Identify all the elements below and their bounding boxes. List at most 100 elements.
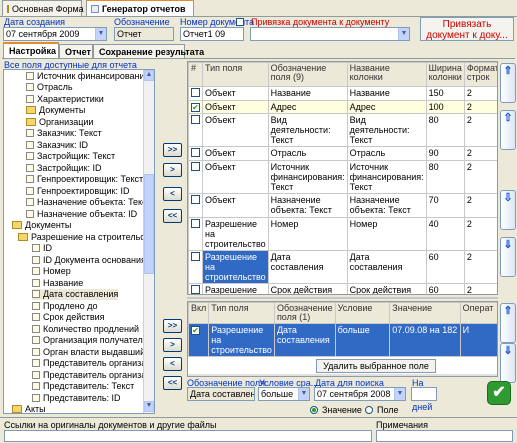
tree-item[interactable]: Заказчик: Текст <box>26 128 102 140</box>
field-value[interactable]: Дата составления <box>187 387 255 401</box>
cell-width[interactable]: 80 <box>425 160 465 194</box>
delete-field-button[interactable]: Удалить выбранное поле <box>316 359 436 373</box>
column-header[interactable]: Тип поля <box>202 62 269 87</box>
row-checkbox[interactable] <box>191 148 200 157</box>
cell-cond[interactable]: больше <box>334 323 391 357</box>
remove-cond-button[interactable]: < <box>163 357 182 371</box>
cell-column[interactable]: Источник финансирования: Текст <box>346 160 427 194</box>
remove-button[interactable]: < <box>163 187 182 201</box>
cell-format[interactable]: 2 <box>463 193 497 218</box>
table-row[interactable]: Разрешение на строительствоСрок действия… <box>188 283 497 294</box>
designation-field[interactable]: Отчет <box>114 27 174 41</box>
move-top-button[interactable]: ⇑ <box>500 63 516 103</box>
number-checkbox[interactable] <box>236 18 244 26</box>
column-header[interactable]: Значение <box>389 302 461 324</box>
table-row[interactable]: Объект Назначение объекта: Текст Назначени… <box>188 193 497 218</box>
tree-item[interactable]: Номер <box>32 266 71 278</box>
cell-op[interactable]: И <box>459 323 497 357</box>
cell-width[interactable]: 100 <box>425 100 465 114</box>
cell-column[interactable]: Дата составления <box>346 250 427 284</box>
tree-item[interactable]: Представитель: Текст <box>32 381 134 393</box>
cell-type[interactable]: Разрешение на строительство <box>202 250 269 284</box>
table-row[interactable]: Разрешение на строительство Номер Номер 40 2 <box>188 217 497 251</box>
notes-field[interactable] <box>376 430 513 442</box>
tree-item[interactable]: ID Документа основания <box>32 254 146 266</box>
chevron-down-icon[interactable]: ▼ <box>95 28 106 40</box>
tree-item[interactable]: Организации <box>26 116 93 128</box>
row-checkbox[interactable] <box>191 88 200 97</box>
add-cond-button[interactable]: > <box>163 338 182 352</box>
add-button[interactable]: > <box>163 163 182 177</box>
radio-value[interactable] <box>310 406 318 414</box>
tree-item[interactable]: Назначение объекта: Текст <box>26 197 151 209</box>
cell-field[interactable]: Адрес <box>267 100 348 114</box>
tree-scrollbar[interactable]: ▲ ▼ <box>143 70 154 413</box>
column-header[interactable]: Обозначение поля (1) <box>273 302 336 324</box>
cell-format[interactable]: 2 <box>463 250 497 284</box>
tab-main-form[interactable]: Основная Форма <box>2 0 84 16</box>
table-row[interactable]: Объект Отрасль Отрасль 90 2 <box>188 146 497 161</box>
radio-field[interactable] <box>365 406 373 414</box>
cell-width[interactable]: 60 <box>425 283 465 294</box>
chevron-down-icon[interactable]: ▼ <box>298 388 309 400</box>
tree-item[interactable]: Орган власти выдавший: <box>32 346 148 358</box>
tree-item[interactable]: Представитель: ID <box>32 392 121 404</box>
table-row[interactable]: ✔ Разрешение на строительство Дата составл… <box>188 323 497 357</box>
cell-width[interactable]: 40 <box>425 217 465 251</box>
cell-column[interactable]: Номер <box>346 217 427 251</box>
column-header[interactable]: Условие <box>334 302 391 324</box>
move-up-button[interactable]: ⇧ <box>500 110 516 150</box>
cell-column[interactable]: Отрасль <box>346 146 427 161</box>
column-header[interactable]: Формат строк <box>463 62 497 87</box>
cond-hscroll[interactable] <box>188 374 497 376</box>
cell-column[interactable]: Адрес <box>346 100 427 114</box>
column-header[interactable]: Тип поля <box>208 302 275 324</box>
move-bottom-button[interactable]: ⇓ <box>500 237 516 277</box>
splitter[interactable] <box>187 297 498 299</box>
cell-column[interactable]: Назначение объекта: Текст <box>346 193 427 218</box>
tree-item[interactable]: Источник финансирования: Т <box>26 70 154 82</box>
cell-type[interactable]: Разрешение на строительство <box>202 283 269 294</box>
cell-type[interactable]: Объект <box>202 100 269 114</box>
days-field[interactable] <box>411 387 437 401</box>
tree-item[interactable]: Название <box>32 277 83 289</box>
tree-item[interactable]: Документы <box>12 220 71 232</box>
cell-width[interactable]: 150 <box>425 86 465 101</box>
row-checkbox[interactable] <box>191 219 200 228</box>
cell-format[interactable]: 2 <box>463 217 497 251</box>
cell-column[interactable]: Вид деятельности: Текст <box>346 113 427 147</box>
cell-width[interactable]: 90 <box>425 146 465 161</box>
cell-field[interactable]: Срок действия <box>267 283 348 294</box>
column-header[interactable]: Обозначение поля (9) <box>267 62 348 87</box>
tree-item[interactable]: Разрешение на строительств <box>18 231 154 243</box>
move-down-button[interactable]: ⇩ <box>500 190 516 230</box>
tree-item[interactable]: Представитель организа <box>32 358 146 370</box>
row-checkbox[interactable]: ✔ <box>191 103 200 112</box>
cell-field[interactable]: Номер <box>267 217 348 251</box>
cell-type[interactable]: Разрешение на строительство <box>202 217 269 251</box>
column-header[interactable]: Вкл <box>188 302 210 324</box>
cond-down-button[interactable]: ⇓ <box>500 343 516 383</box>
tab-report[interactable]: Отчет <box>59 44 93 59</box>
column-header[interactable]: Название колонки <box>346 62 427 87</box>
cell-field[interactable]: Назначение объекта: Текст <box>267 193 348 218</box>
cell-field[interactable]: Дата составления <box>273 323 336 357</box>
tree-item[interactable]: Генпроектировщик: ID <box>26 185 130 197</box>
date-field[interactable]: 07 сентября 2009 ▼ <box>3 27 107 41</box>
tree-item[interactable]: Заказчик: ID <box>26 139 88 151</box>
tree-item[interactable]: Количество продлений <box>32 323 139 335</box>
bind-document-button[interactable]: Привязать документ к доку... <box>420 17 514 41</box>
cell-type[interactable]: Объект <box>202 160 269 194</box>
column-header[interactable]: Ширина колонки <box>425 62 465 87</box>
cell-format[interactable]: 2 <box>463 86 497 101</box>
tree-item[interactable]: Срок действия <box>32 312 105 324</box>
tree-item[interactable]: Назначение объекта: ID <box>26 208 137 220</box>
table-row[interactable]: Объект Название Название 150 2 <box>188 86 497 101</box>
add-all-button[interactable]: >> <box>163 143 182 157</box>
cell-width[interactable]: 80 <box>425 113 465 147</box>
tree-item[interactable]: Организация получатель: <box>32 335 150 347</box>
cell-field[interactable]: Отрасль <box>267 146 348 161</box>
chevron-down-icon[interactable]: ▼ <box>394 388 405 400</box>
add-all-cond-button[interactable]: >> <box>163 319 182 333</box>
cell-type[interactable]: Объект <box>202 86 269 101</box>
